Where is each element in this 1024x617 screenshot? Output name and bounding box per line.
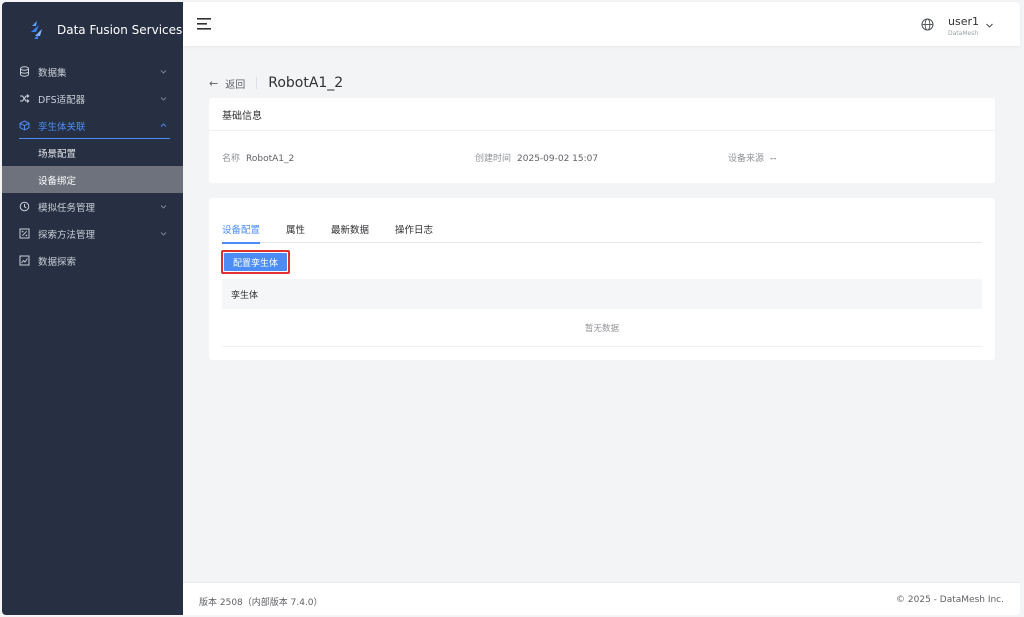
card-title: 基础信息 — [209, 98, 995, 131]
arrow-left-icon: ← — [209, 76, 219, 90]
info-value: 2025-09-02 15:07 — [517, 154, 599, 164]
column-header-twin: 孪生体 — [231, 290, 259, 301]
globe-icon[interactable] — [921, 18, 934, 31]
info-value: RobotA1_2 — [246, 154, 295, 164]
chevron-up-icon — [160, 123, 167, 127]
configure-twin-button-label: 配置孪生体 — [224, 253, 287, 271]
logo-icon — [31, 21, 42, 39]
active-indicator — [19, 138, 170, 139]
breadcrumb: ← 返回 RobotA1_2 — [209, 72, 343, 94]
chevron-down-icon — [160, 97, 167, 101]
sidebar-item-exploration-methods[interactable]: 探索方法管理 — [2, 220, 183, 247]
user-menu[interactable]: user1 DataMesh — [948, 15, 979, 37]
database-icon — [19, 66, 30, 77]
info-created: 创建时间 2025-09-02 15:07 — [475, 151, 598, 164]
tab-latest-data[interactable]: 最新数据 — [331, 219, 369, 243]
sidebar-item-label: 孪生体关联 — [38, 121, 86, 133]
sidebar-subitem-device-binding[interactable]: 设备绑定 — [2, 166, 183, 193]
info-label: 名称 — [222, 154, 241, 164]
tab-operation-log[interactable]: 操作日志 — [395, 219, 433, 243]
cube-icon — [19, 120, 30, 131]
tab-properties[interactable]: 属性 — [286, 219, 305, 243]
chevron-down-icon — [160, 232, 167, 236]
shuffle-icon — [19, 93, 30, 104]
chevron-down-icon — [160, 205, 167, 209]
divider — [256, 77, 258, 89]
empty-state: 暂无数据 — [222, 309, 982, 347]
footer: 版本 2508（内部版本 7.4.0） © 2025 - DataMesh In… — [183, 582, 1020, 615]
sidebar-item-twin-association[interactable]: 孪生体关联 — [2, 112, 183, 139]
user-org: DataMesh — [948, 30, 979, 37]
basic-info-card: 基础信息 名称 RobotA1_2 创建时间 2025-09-02 15:07 设备… — [209, 98, 995, 183]
back-link[interactable]: ← 返回 — [209, 76, 245, 91]
version-text: 版本 2508（内部版本 7.4.0） — [199, 598, 323, 608]
user-name: user1 — [948, 15, 979, 28]
sidebar-item-label: 数据探索 — [38, 256, 77, 268]
info-label: 设备来源 — [728, 154, 765, 164]
info-value: -- — [770, 154, 777, 164]
info-source: 设备来源 -- — [728, 151, 777, 164]
sidebar-item-label: 模拟任务管理 — [38, 202, 96, 214]
chevron-down-icon — [160, 70, 167, 74]
sidebar-item-label: 数据集 — [38, 67, 67, 79]
sidebar-item-label: DFS适配器 — [38, 94, 86, 106]
app-window: Data Fusion Services 数据集 DFS适配器 孪生体关联 场景… — [0, 0, 1024, 617]
brand-name: Data Fusion Services — [57, 23, 183, 37]
sidebar-subitem-label: 设备绑定 — [38, 175, 77, 187]
sidebar: Data Fusion Services 数据集 DFS适配器 孪生体关联 场景… — [2, 2, 183, 615]
sidebar-item-label: 探索方法管理 — [38, 229, 96, 241]
copyright-text: © 2025 - DataMesh Inc. — [896, 595, 1004, 605]
task-clock-icon — [19, 201, 30, 212]
info-label: 创建时间 — [475, 154, 512, 164]
page-title: RobotA1_2 — [268, 75, 344, 91]
table-header: 孪生体 — [222, 279, 982, 309]
percent-box-icon — [19, 228, 30, 239]
tab-bar: 设备配置 属性 最新数据 操作日志 — [222, 219, 982, 244]
sidebar-item-data-exploration[interactable]: 数据探索 — [2, 247, 183, 274]
brand[interactable]: Data Fusion Services — [2, 2, 183, 58]
configure-twin-button[interactable]: 配置孪生体 — [221, 250, 290, 274]
sidebar-item-simulation-tasks[interactable]: 模拟任务管理 — [2, 193, 183, 220]
chevron-down-icon[interactable] — [985, 21, 994, 30]
sidebar-subitem-scene-config[interactable]: 场景配置 — [2, 139, 183, 166]
chart-box-icon — [19, 255, 30, 266]
sidebar-item-datasets[interactable]: 数据集 — [2, 58, 183, 85]
menu-toggle-icon[interactable] — [197, 17, 213, 31]
info-name: 名称 RobotA1_2 — [222, 151, 294, 164]
device-config-card: 设备配置 属性 最新数据 操作日志 配置孪生体 孪生体 暂无数据 — [209, 198, 995, 360]
back-label: 返回 — [225, 79, 246, 91]
sidebar-item-dfs-adapter[interactable]: DFS适配器 — [2, 85, 183, 112]
top-header: user1 DataMesh — [183, 2, 1020, 46]
tab-device-config[interactable]: 设备配置 — [222, 219, 261, 244]
sidebar-subitem-label: 场景配置 — [38, 148, 77, 160]
